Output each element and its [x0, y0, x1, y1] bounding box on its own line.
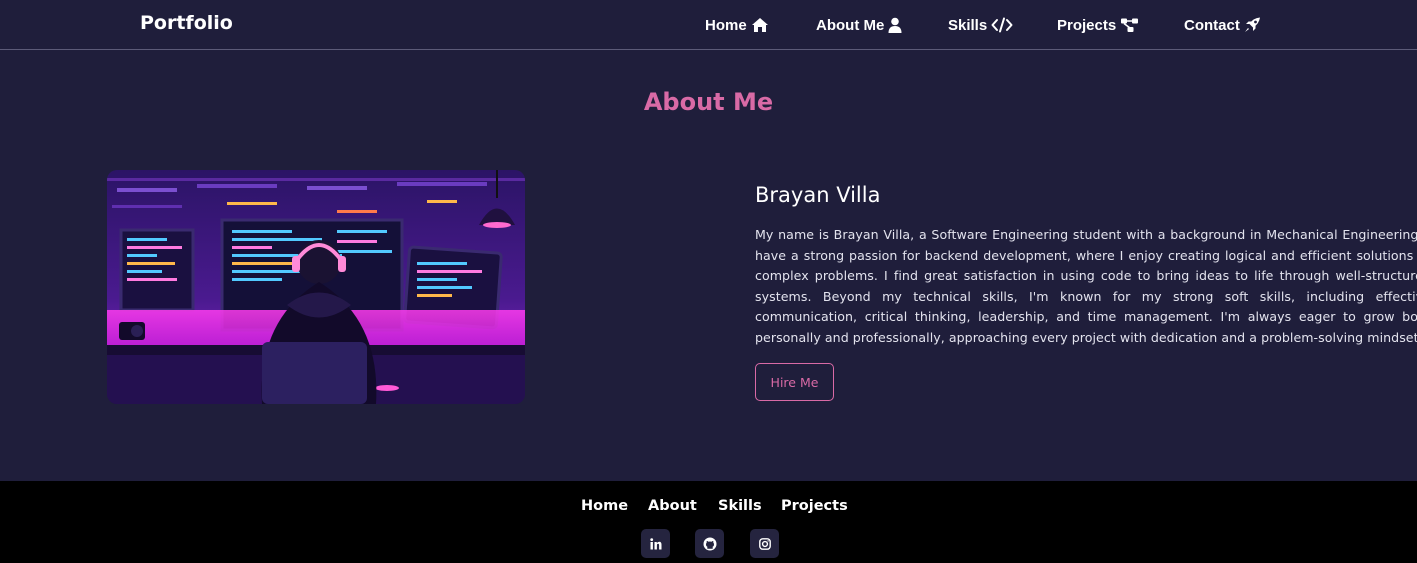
nav-home[interactable]: Home	[705, 15, 769, 35]
github-button[interactable]	[695, 529, 724, 558]
instagram-icon	[758, 537, 771, 550]
footer-link-about[interactable]: About	[648, 498, 697, 514]
home-icon	[751, 18, 768, 32]
brand-logo[interactable]: Portfolio	[140, 12, 233, 34]
footer: Home About Skills Projects	[0, 481, 1417, 563]
nav-contact-label: Contact	[1184, 16, 1240, 34]
nav-home-label: Home	[705, 16, 747, 34]
profile-illustration	[107, 170, 525, 404]
nav-projects-label: Projects	[1057, 16, 1117, 34]
linkedin-button[interactable]	[641, 529, 670, 558]
nav-about-me[interactable]: About Me	[816, 15, 902, 35]
footer-link-projects[interactable]: Projects	[781, 498, 848, 514]
nav-projects[interactable]: Projects	[1057, 15, 1139, 35]
nav-about-me-label: About Me	[816, 16, 885, 34]
hire-me-button[interactable]: Hire Me	[755, 363, 834, 401]
rocket-icon	[1244, 17, 1260, 32]
nav-skills-label: Skills	[948, 16, 988, 34]
nav-contact[interactable]: Contact	[1184, 15, 1261, 35]
github-icon	[703, 537, 716, 550]
user-icon	[888, 17, 902, 33]
instagram-button[interactable]	[750, 529, 779, 558]
navbar: Portfolio Home About Me Skills Projects	[0, 0, 1417, 50]
section-title: About Me	[643, 88, 774, 116]
footer-link-home[interactable]: Home	[581, 498, 628, 514]
diagram-project-icon	[1121, 18, 1139, 32]
profile-bio: My name is Brayan Villa, a Software Engi…	[755, 227, 1417, 345]
linkedin-icon	[649, 537, 661, 549]
profile-name: Brayan Villa	[755, 183, 881, 207]
nav-skills[interactable]: Skills	[948, 15, 1013, 35]
code-icon	[991, 17, 1013, 33]
footer-link-skills[interactable]: Skills	[718, 498, 762, 514]
